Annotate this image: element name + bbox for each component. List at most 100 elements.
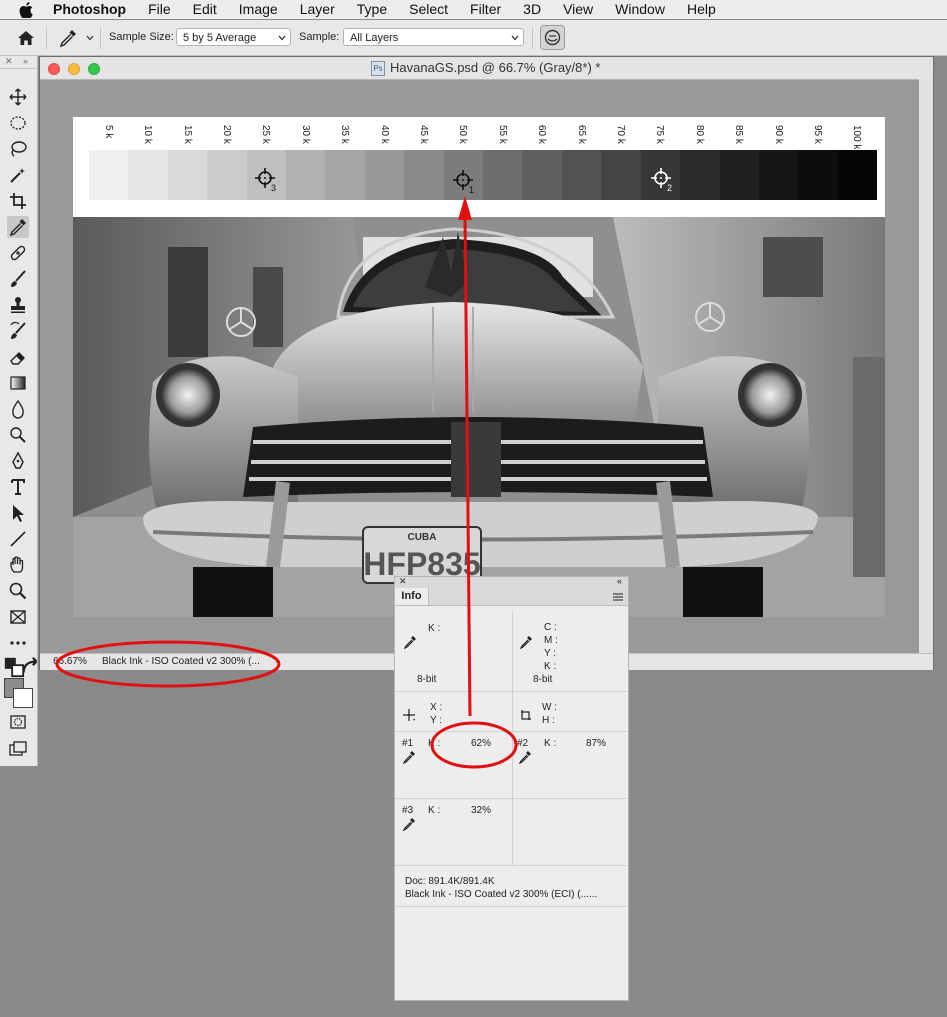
eyedropper-preset-icon[interactable] [58,28,78,48]
tools-panel: ✕ » [0,56,38,766]
scale-label: 40 k [378,125,390,144]
scale-label: 65 k [575,125,587,144]
collapse-icon[interactable]: « [617,576,622,586]
document-profile[interactable]: Black Ink - ISO Coated v2 300% (... [102,656,260,667]
x-label: X : [430,702,443,713]
brush-tool-icon[interactable] [7,268,29,290]
zoom-level[interactable]: 66.67% [53,656,87,667]
background-color-swatch[interactable] [13,688,33,708]
stamp-tool-icon[interactable] [7,294,29,316]
expand-icon[interactable]: » [23,56,28,66]
sample-select[interactable]: All Layers [343,28,524,46]
screen-mode-icon[interactable] [7,738,29,760]
gray-patch [404,150,444,200]
gray-scale-strip [89,150,878,200]
menu-type[interactable]: Type [346,0,398,19]
info-panel-tabs: Info [395,588,628,606]
default-colors-icon[interactable] [3,656,25,678]
minimize-window-button[interactable] [68,63,80,75]
info-divider [395,731,628,732]
sample-size-select[interactable]: 5 by 5 Average [176,28,291,46]
menu-photoshop[interactable]: Photoshop [45,0,137,19]
zoom-tool-icon[interactable] [7,580,29,602]
panel-menu-icon[interactable] [613,593,623,601]
gray-patch [167,150,208,200]
swap-colors-icon[interactable] [20,656,38,673]
gray-patch [561,150,602,200]
lasso-tool-icon[interactable] [7,138,29,160]
scale-label: 35 k [339,125,351,144]
menu-view[interactable]: View [552,0,604,19]
close-icon[interactable]: ✕ [5,56,13,67]
crop-tool-icon[interactable] [7,190,29,212]
zoom-window-button[interactable] [88,63,100,75]
sampler-3-value: 32% [471,805,492,816]
close-icon[interactable]: ✕ [399,576,407,587]
scale-label: 60 k [536,125,548,144]
eyedropper-icon [518,751,531,764]
close-window-button[interactable] [48,63,60,75]
apple-icon[interactable] [19,1,33,18]
sampler-1-value: 62% [471,738,492,749]
pen-tool-icon[interactable] [7,450,29,472]
magic-wand-tool-icon[interactable] [7,164,29,186]
status-menu-chevron-icon[interactable]: › [275,655,278,666]
marquee-tool-icon[interactable] [7,112,29,134]
menu-layer[interactable]: Layer [289,0,346,19]
menu-select[interactable]: Select [398,0,459,19]
menu-help[interactable]: Help [676,0,727,19]
menu-edit[interactable]: Edit [182,0,228,19]
eraser-tool-icon[interactable] [7,346,29,368]
document-title-bar[interactable]: Ps HavanaGS.psd @ 66.7% (Gray/8*) * [40,57,933,80]
scale-label: 25 k [260,125,272,144]
scale-label: 15 k [181,125,193,144]
doc-profile: Black Ink - ISO Coated v2 300% (ECI) (..… [405,889,598,900]
home-icon[interactable] [17,29,35,47]
history-brush-tool-icon[interactable] [7,320,29,342]
document-canvas[interactable]: 5 k 10 k 15 k 20 k 25 k 30 k 35 k 40 k 45 k 50 k 5… [73,117,885,617]
chevron-down-icon[interactable] [86,34,94,42]
hand-tool-icon[interactable] [7,554,29,576]
line-tool-icon[interactable] [7,528,29,550]
blur-tool-icon[interactable] [7,398,29,420]
gray-patch [601,150,641,200]
menu-3d[interactable]: 3D [512,0,552,19]
chevron-down-icon [511,35,519,41]
frame-tool-icon[interactable] [7,606,29,628]
eyedropper-tool-icon[interactable] [7,216,29,238]
scale-label: 95 k [811,125,823,144]
car-photo: CUBA HFP835 [73,217,885,617]
gradient-tool-icon[interactable] [7,372,29,394]
menu-bar: Photoshop File Edit Image Layer Type Sel… [0,0,947,19]
quick-mask-icon[interactable] [7,711,29,733]
eyedropper-icon [402,818,415,831]
eyedropper-icon [519,636,532,649]
path-selection-tool-icon[interactable] [7,502,29,524]
sampler-2-value: 87% [586,738,607,749]
more-tools-icon[interactable] [7,632,29,654]
menu-image[interactable]: Image [228,0,289,19]
info-divider [512,612,513,865]
info-panel-titlebar[interactable]: ✕ « [395,576,628,588]
options-bar: Sample Size: 5 by 5 Average Sample: All … [0,20,947,56]
dodge-tool-icon[interactable] [7,424,29,446]
crosshair-icon [403,709,415,721]
chevron-down-icon [278,35,286,41]
tools-panel-header: ✕ » [0,56,37,69]
k-label: K : [428,623,441,634]
k-label-cmyk: K : [544,661,557,672]
type-tool-icon[interactable] [7,476,29,498]
menu-filter[interactable]: Filter [459,0,512,19]
menu-file[interactable]: File [137,0,182,19]
info-divider [395,798,628,799]
tab-info[interactable]: Info [395,588,429,605]
show-sampling-ring-button[interactable] [540,25,565,50]
gray-patch [798,150,838,200]
eyedropper-icon [403,636,416,649]
healing-brush-tool-icon[interactable] [7,242,29,264]
menu-window[interactable]: Window [604,0,676,19]
move-tool-icon[interactable] [7,86,29,108]
vertical-scrollbar[interactable] [919,79,933,653]
scale-label: 80 k [693,125,705,144]
info-panel: ✕ « Info K : 8-bit C : M : Y : K : 8-bit… [394,576,629,1001]
